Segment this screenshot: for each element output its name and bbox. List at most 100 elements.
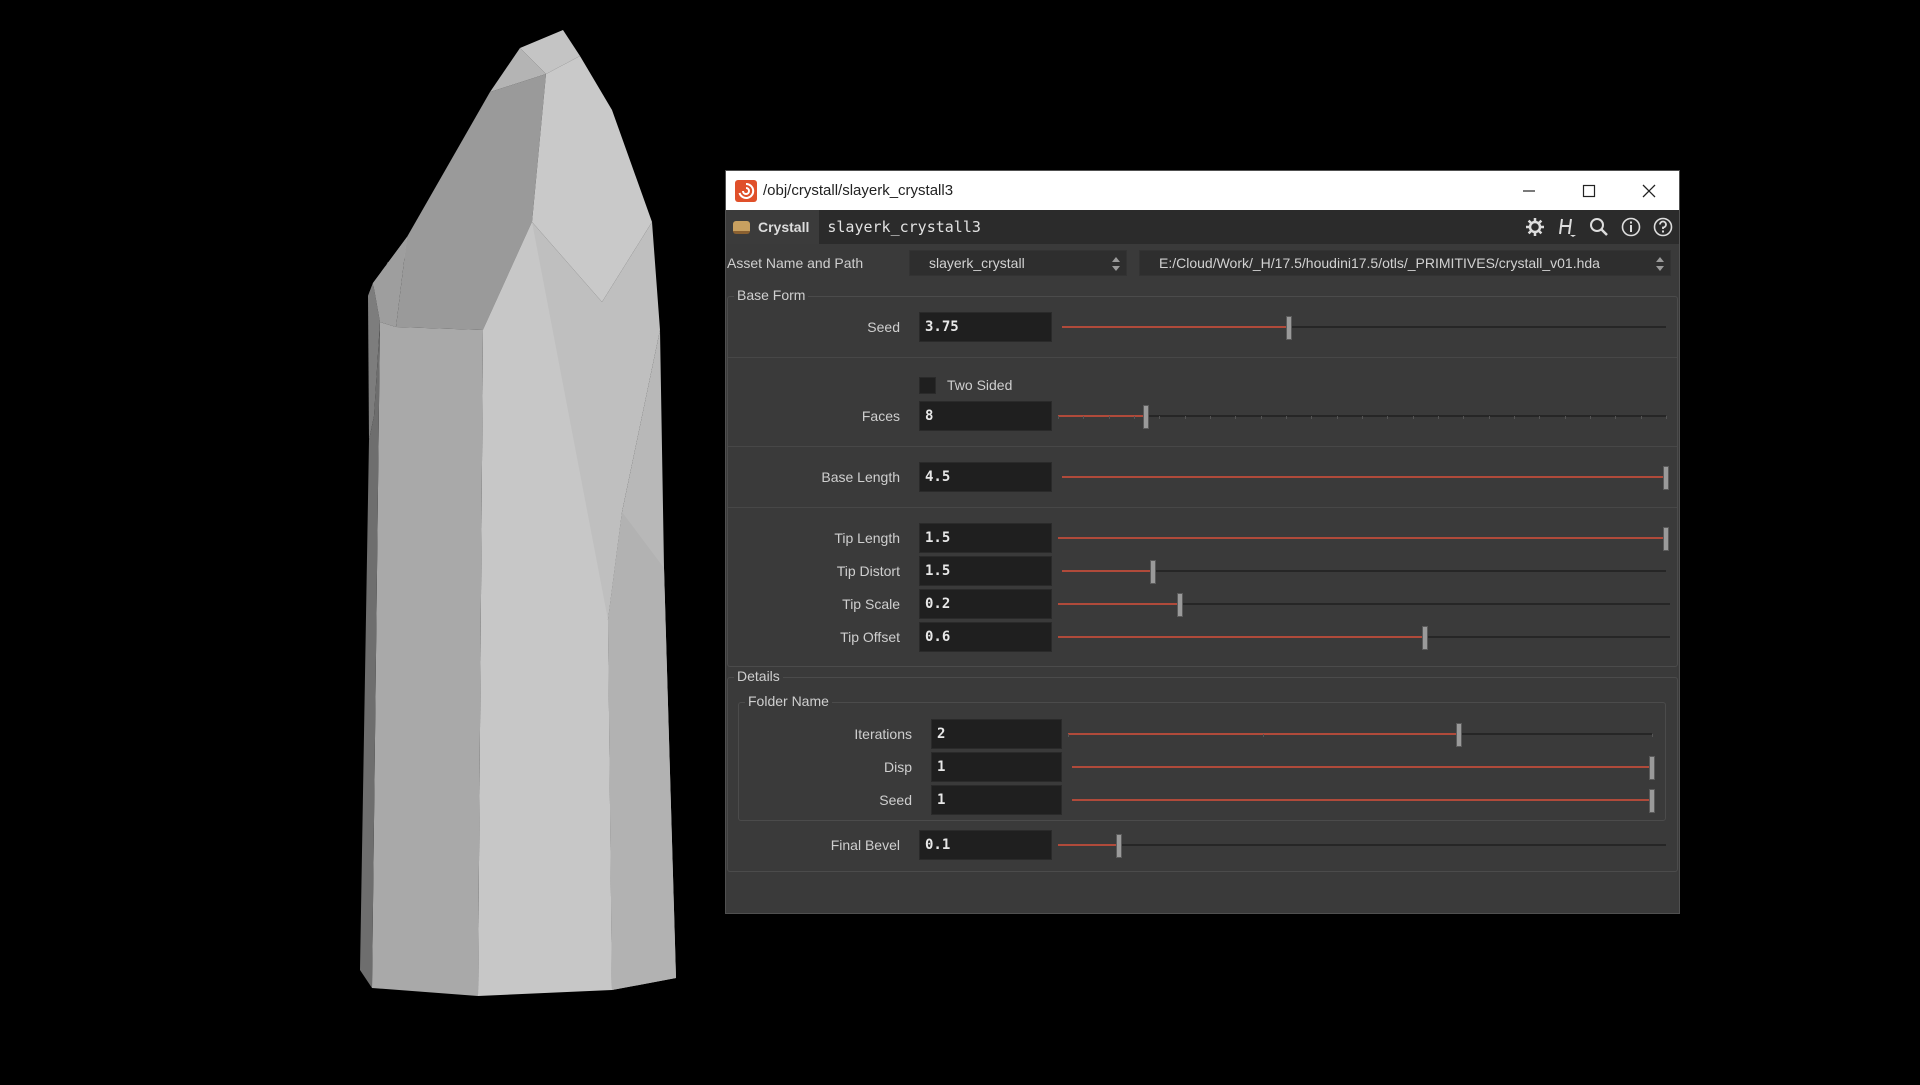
slider-track[interactable] [1058,844,1666,846]
faces-field[interactable]: 8 [919,401,1052,431]
tip-scale-field[interactable]: 0.2 [919,589,1052,619]
seed-field[interactable]: 3.75 [919,312,1052,342]
final-bevel-field[interactable]: 0.1 [919,830,1052,860]
asset-row: Asset Name and Path slayerk_crystall E:/… [726,244,1679,282]
slider-tick [1652,734,1653,737]
base-length-field[interactable]: 4.5 [919,462,1052,492]
node-type-menu[interactable]: Crystall [726,210,820,244]
asset-name-path-label: Asset Name and Path [727,255,864,271]
tip-length-label: Tip Length [834,530,900,546]
slider-handle[interactable] [1143,405,1150,429]
iterations-field[interactable]: 2 [931,719,1062,749]
asset-name-value: slayerk_crystall [929,255,1025,271]
tip-distort-field[interactable]: 1.5 [919,556,1052,586]
disp-field[interactable]: 1 [931,752,1062,782]
faces-slider[interactable] [1058,405,1667,429]
details-seed-field[interactable]: 1 [931,785,1062,815]
separator [728,357,1677,358]
slider-tick [1260,416,1262,419]
slider-tick [1262,734,1264,737]
slider-ticks [1068,734,1653,738]
houdini-h-icon [1559,218,1576,237]
houdini-logo-icon [735,179,757,202]
asset-path-value: E:/Cloud/Work/_H/17.5/houdini17.5/otls/_… [1159,255,1600,271]
slider-tick [1184,416,1186,419]
slider-tick [1362,416,1363,419]
node-name-field[interactable]: slayerk_crystall3 [827,218,1519,236]
asset-path-dropdown[interactable]: E:/Cloud/Work/_H/17.5/houdini17.5/otls/_… [1139,250,1671,276]
details-label: Details [734,668,783,684]
tip-offset-label: Tip Offset [840,629,900,645]
slider-handle[interactable] [1663,466,1669,490]
separator [728,507,1677,508]
slider-tick [1412,416,1414,419]
slider-handle[interactable] [1649,789,1655,813]
two-sided-checkbox[interactable] [919,377,936,394]
search-icon [1590,218,1608,236]
gear-button[interactable] [1519,210,1551,244]
window-title: /obj/crystall/slayerk_crystall3 [763,182,954,199]
tip-offset-slider[interactable] [1058,626,1670,650]
slider-handle[interactable] [1456,723,1463,747]
slider-handle[interactable] [1149,560,1156,584]
tip-distort-slider[interactable] [1062,560,1666,584]
base-length-label: Base Length [821,469,900,485]
param-row-iterations: Iterations 2 [726,719,1681,749]
folder-name-label: Folder Name [745,693,832,709]
tip-length-field[interactable]: 1.5 [919,523,1052,553]
param-row-final-bevel: Final Bevel 0.1 [726,830,1681,860]
houdini-h-button[interactable] [1551,210,1583,244]
asset-name-dropdown[interactable]: slayerk_crystall [909,250,1127,276]
slider-tick [1210,416,1211,419]
iterations-slider[interactable] [1068,723,1653,747]
slider-fill [1058,636,1426,638]
updown-arrows-icon [1656,257,1664,271]
param-row-seed: Seed 3.75 [726,312,1681,342]
disp-slider[interactable] [1072,756,1655,780]
details-seed-slider[interactable] [1072,789,1655,813]
tip-length-slider[interactable] [1058,527,1669,551]
slider-fill [1058,537,1666,539]
help-button[interactable] [1647,210,1679,244]
slider-tick [1134,416,1135,419]
slider-tick [1159,416,1161,419]
minimize-button[interactable] [1499,171,1559,210]
tip-distort-label: Tip Distort [836,563,900,579]
minimize-icon [1523,189,1535,192]
slider-handle[interactable] [1115,834,1122,858]
slider-tick [1058,416,1059,419]
slider-fill [1062,570,1153,572]
base-length-slider[interactable] [1062,466,1669,490]
tip-offset-field[interactable]: 0.6 [919,622,1052,652]
slider-tick [1590,416,1591,419]
param-row-tip-distort: Tip Distort 1.5 [726,556,1681,586]
parameter-window[interactable]: /obj/crystall/slayerk_crystall3 Crystall… [725,170,1680,914]
slider-tick [1514,416,1515,419]
slider-handle[interactable] [1177,593,1184,617]
disp-label: Disp [883,759,912,775]
slider-fill [1058,844,1119,846]
slider-fill [1058,603,1181,605]
maximize-icon [1582,184,1596,197]
slider-handle[interactable] [1663,527,1669,551]
slider-tick [1068,734,1069,737]
slider-fill [1072,766,1652,768]
window-titlebar[interactable]: /obj/crystall/slayerk_crystall3 [726,171,1679,210]
slider-handle[interactable] [1649,756,1655,780]
slider-tick [1488,416,1490,419]
asset-box-icon [733,220,750,234]
final-bevel-slider[interactable] [1058,834,1666,858]
param-row-tip-length: Tip Length 1.5 [726,523,1681,553]
slider-handle[interactable] [1422,626,1429,650]
close-button[interactable] [1619,171,1679,210]
search-button[interactable] [1583,210,1615,244]
slider-tick [1336,416,1338,419]
info-button[interactable] [1615,210,1647,244]
final-bevel-label: Final Bevel [830,837,900,853]
help-icon [1653,217,1673,237]
seed-slider[interactable] [1062,316,1666,340]
slider-handle[interactable] [1285,316,1292,340]
tip-scale-slider[interactable] [1058,593,1670,617]
slider-tick [1564,416,1566,419]
maximize-button[interactable] [1559,171,1619,210]
